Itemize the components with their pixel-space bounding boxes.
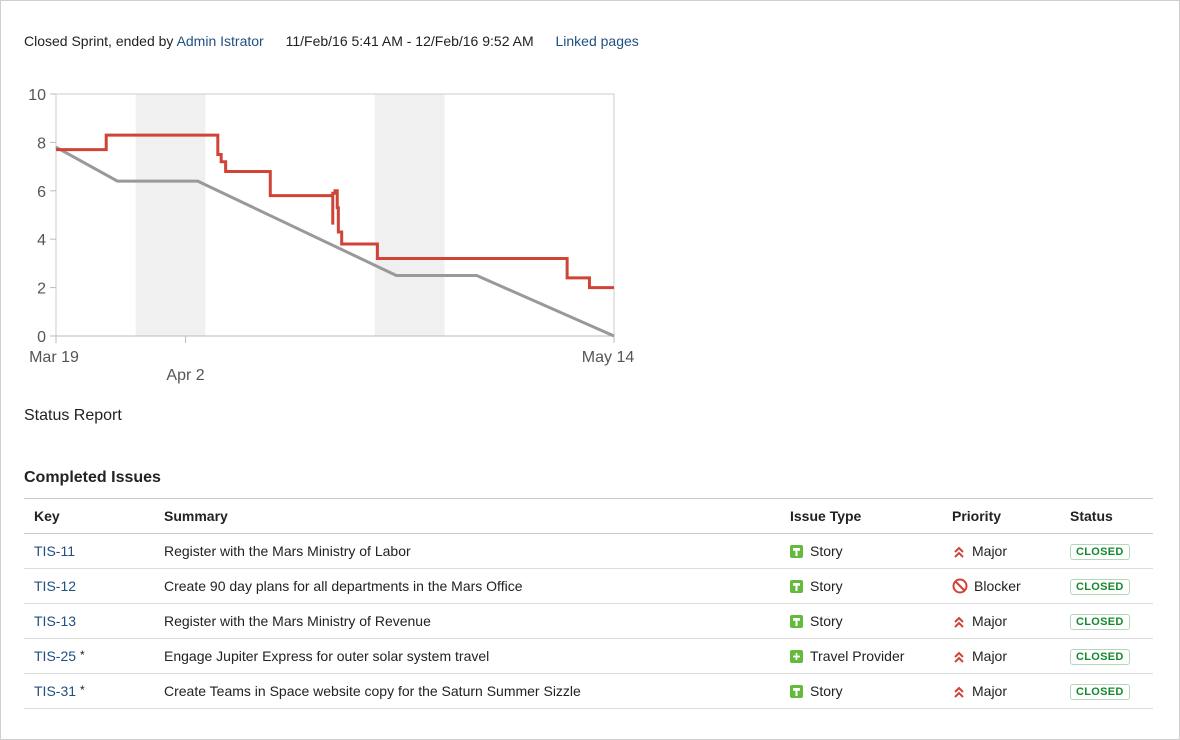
story-icon bbox=[790, 685, 803, 698]
major-priority-icon bbox=[954, 651, 964, 663]
table-row: TIS-25 * Engage Jupiter Express for outer … bbox=[24, 638, 1153, 674]
y-tick-label: 2 bbox=[37, 281, 46, 298]
issue-priority-label: Major bbox=[972, 683, 1008, 699]
linked-pages-link[interactable]: Linked pages bbox=[556, 33, 639, 49]
issue-flag-marker: * bbox=[80, 683, 85, 697]
issue-priority-label: Blocker bbox=[974, 578, 1021, 594]
table-row: TIS-11 Register with the Mars Ministry of… bbox=[24, 533, 1153, 569]
status-badge: CLOSED bbox=[1070, 544, 1130, 560]
status-badge: CLOSED bbox=[1070, 684, 1130, 700]
issue-status-cell: CLOSED bbox=[1060, 533, 1153, 569]
issue-status-cell: CLOSED bbox=[1060, 603, 1153, 639]
issue-priority-cell: Major bbox=[942, 638, 1060, 674]
completed-issues-table: Key Summary Issue Type Priority Status T… bbox=[24, 498, 1153, 709]
issue-status-cell: CLOSED bbox=[1060, 673, 1153, 709]
table-row: TIS-12 Create 90 day plans for all depart… bbox=[24, 568, 1153, 604]
non-working-day-band bbox=[135, 94, 206, 336]
issue-status-cell: CLOSED bbox=[1060, 568, 1153, 604]
table-header-row: Key Summary Issue Type Priority Status bbox=[24, 498, 1153, 534]
issue-key-link[interactable]: TIS-12 bbox=[34, 578, 76, 594]
status-badge: CLOSED bbox=[1070, 614, 1130, 630]
y-tick-label: 0 bbox=[37, 329, 46, 346]
non-working-day-band bbox=[374, 94, 445, 336]
issue-key-cell: TIS-11 bbox=[24, 533, 154, 569]
x-tick-label: May 14 bbox=[582, 349, 635, 366]
issue-key-cell: TIS-31 * bbox=[24, 673, 154, 709]
issue-type-label: Story bbox=[810, 613, 843, 629]
issue-key-link[interactable]: TIS-11 bbox=[34, 543, 75, 559]
issue-status-cell: CLOSED bbox=[1060, 638, 1153, 674]
burndown-chart: 0 2 4 6 8 10 Mar 19 Apr 2 May 14 bbox=[28, 87, 635, 384]
issue-summary: Engage Jupiter Express for outer solar s… bbox=[154, 638, 780, 674]
issue-key-link[interactable]: TIS-25 bbox=[34, 648, 76, 664]
issue-summary: Create Teams in Space website copy for t… bbox=[154, 673, 780, 709]
issue-priority-cell: Major bbox=[942, 673, 1060, 709]
issue-type-cell: Story bbox=[780, 603, 942, 639]
issue-type-label: Story bbox=[810, 683, 843, 699]
story-icon bbox=[790, 615, 803, 628]
column-header-key[interactable]: Key bbox=[24, 498, 154, 534]
user-link[interactable]: Admin Istrator bbox=[177, 33, 264, 49]
issue-summary: Create 90 day plans for all departments … bbox=[154, 568, 780, 604]
status-report-heading: Status Report bbox=[24, 407, 122, 424]
sprint-header: Closed Sprint, ended by Admin Istrator 1… bbox=[24, 33, 639, 49]
issue-key-cell: TIS-25 * bbox=[24, 638, 154, 674]
major-priority-icon bbox=[954, 616, 964, 628]
y-tick-label: 10 bbox=[28, 87, 46, 104]
issue-type-cell: Story bbox=[780, 533, 942, 569]
issue-type-label: Travel Provider bbox=[810, 648, 905, 664]
issue-type-cell: Story bbox=[780, 568, 942, 604]
issue-priority-label: Major bbox=[972, 613, 1008, 629]
x-tick-label: Mar 19 bbox=[29, 349, 79, 366]
completed-issues-heading: Completed Issues bbox=[24, 469, 161, 486]
issue-priority-cell: Major bbox=[942, 533, 1060, 569]
issue-priority-label: Major bbox=[972, 543, 1008, 559]
issue-priority-label: Major bbox=[972, 648, 1008, 664]
column-header-status[interactable]: Status bbox=[1060, 498, 1153, 534]
issue-priority-cell: Major bbox=[942, 603, 1060, 639]
y-tick-label: 6 bbox=[37, 184, 46, 201]
issue-type-cell: Travel Provider bbox=[780, 638, 942, 674]
y-tick-label: 8 bbox=[37, 135, 46, 152]
table-row: TIS-13 Register with the Mars Ministry of… bbox=[24, 603, 1153, 639]
column-header-summary[interactable]: Summary bbox=[154, 498, 780, 534]
story-icon bbox=[790, 580, 803, 593]
issue-flag-marker: * bbox=[80, 648, 85, 662]
issue-type-label: Story bbox=[810, 543, 843, 559]
issue-key-link[interactable]: TIS-31 bbox=[34, 683, 76, 699]
issue-summary: Register with the Mars Ministry of Reven… bbox=[154, 603, 780, 639]
y-tick-label: 4 bbox=[37, 232, 46, 249]
column-header-priority[interactable]: Priority bbox=[942, 498, 1060, 534]
major-priority-icon bbox=[954, 546, 964, 558]
major-priority-icon bbox=[954, 686, 964, 698]
status-badge: CLOSED bbox=[1070, 579, 1130, 595]
travel-provider-icon bbox=[790, 650, 803, 663]
story-icon bbox=[790, 545, 803, 558]
issue-key-link[interactable]: TIS-13 bbox=[34, 613, 76, 629]
table-row: TIS-31 * Create Teams in Space website cop… bbox=[24, 673, 1153, 709]
sprint-dates: 11/Feb/16 5:41 AM - 12/Feb/16 9:52 AM bbox=[285, 33, 534, 49]
issue-key-cell: TIS-12 bbox=[24, 568, 154, 604]
column-header-issue-type[interactable]: Issue Type bbox=[780, 498, 942, 534]
status-badge: CLOSED bbox=[1070, 649, 1130, 665]
sprint-status-text: Closed Sprint, ended by bbox=[24, 33, 174, 49]
issue-summary: Register with the Mars Ministry of Labor bbox=[154, 533, 780, 569]
blocker-priority-icon bbox=[952, 578, 968, 594]
x-tick-label: Apr 2 bbox=[166, 367, 204, 384]
issue-key-cell: TIS-13 bbox=[24, 603, 154, 639]
issue-type-label: Story bbox=[810, 578, 843, 594]
issue-type-cell: Story bbox=[780, 673, 942, 709]
issue-priority-cell: Blocker bbox=[942, 568, 1060, 604]
